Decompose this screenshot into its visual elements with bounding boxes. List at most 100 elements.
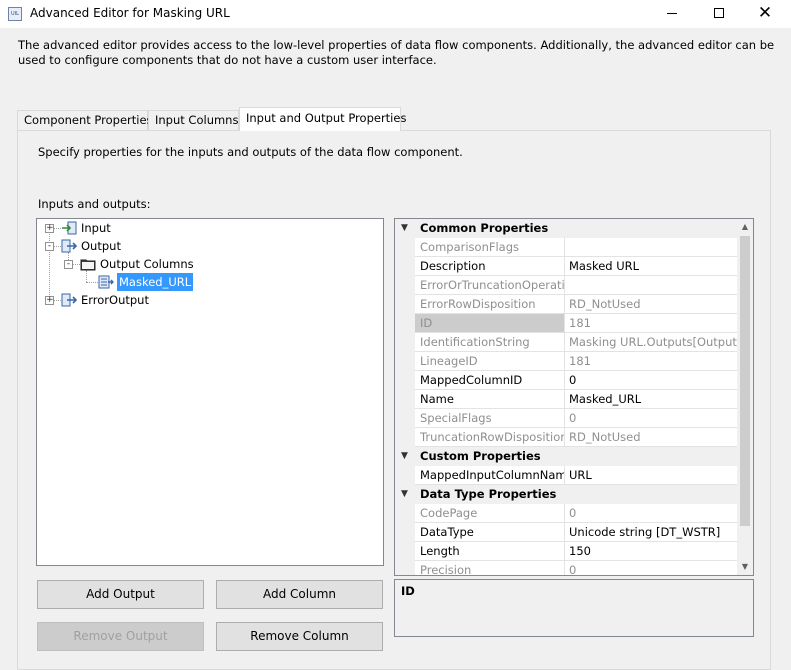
- property-name: Length: [415, 542, 565, 561]
- collapse-icon[interactable]: ▼: [401, 447, 408, 466]
- property-row[interactable]: DataType Unicode string [DT_WSTR]: [395, 523, 738, 542]
- property-name: IdentificationString: [415, 333, 565, 352]
- close-button[interactable]: ✕: [743, 2, 787, 26]
- window-title: Advanced Editor for Masking URL: [30, 6, 230, 20]
- input-icon: [62, 221, 77, 235]
- row-margin: [395, 523, 415, 542]
- property-value[interactable]: [565, 238, 738, 257]
- property-description-title: ID: [401, 584, 415, 598]
- minimize-icon: [667, 12, 677, 14]
- row-margin: [395, 333, 415, 352]
- tree-node-output[interactable]: - Output: [37, 237, 237, 255]
- property-name: ID: [415, 314, 565, 333]
- editor-description: The advanced editor provides access to t…: [18, 38, 775, 67]
- property-row[interactable]: ErrorOrTruncationOperation: [395, 276, 738, 295]
- property-name: ErrorRowDisposition: [415, 295, 565, 314]
- property-value[interactable]: [565, 276, 738, 295]
- property-name: LineageID: [415, 352, 565, 371]
- app-icon: UIL: [8, 7, 22, 21]
- scroll-up-icon[interactable]: ▲: [737, 219, 753, 235]
- property-value[interactable]: URL: [565, 466, 738, 485]
- category-custom-properties[interactable]: ▼ Custom Properties: [395, 447, 738, 466]
- expand-icon[interactable]: +: [45, 224, 54, 233]
- property-name: ErrorOrTruncationOperation: [415, 276, 565, 295]
- output-icon: [61, 239, 77, 253]
- property-grid[interactable]: ▼ Common Properties ComparisonFlags Desc…: [394, 218, 754, 576]
- scroll-down-icon[interactable]: ▼: [737, 559, 753, 575]
- remove-column-button[interactable]: Remove Column: [216, 622, 383, 651]
- tab-input-columns[interactable]: Input Columns: [148, 110, 239, 131]
- tree-node-input[interactable]: + Input: [37, 219, 237, 237]
- row-margin: [395, 238, 415, 257]
- property-row[interactable]: Precision 0: [395, 561, 738, 575]
- property-value[interactable]: Masked_URL: [565, 390, 738, 409]
- collapse-icon[interactable]: ▼: [401, 485, 408, 504]
- tree-node-error-output[interactable]: + ErrorOutput: [37, 291, 237, 309]
- tab-panel: Specify properties for the inputs and ou…: [17, 130, 771, 670]
- property-value[interactable]: RD_NotUsed: [565, 295, 738, 314]
- row-margin: [395, 542, 415, 561]
- property-grid-scrollbar[interactable]: ▲ ▼: [737, 219, 753, 575]
- property-row[interactable]: ComparisonFlags: [395, 238, 738, 257]
- property-row[interactable]: IdentificationString Masking URL.Outputs…: [395, 333, 738, 352]
- property-row[interactable]: SpecialFlags 0: [395, 409, 738, 428]
- collapse-icon[interactable]: -: [64, 260, 73, 269]
- property-name: Precision: [415, 561, 565, 575]
- property-name: MappedColumnID: [415, 371, 565, 390]
- category-common-properties[interactable]: ▼ Common Properties: [395, 219, 738, 238]
- panel-description: Specify properties for the inputs and ou…: [38, 145, 463, 159]
- property-row[interactable]: CodePage 0: [395, 504, 738, 523]
- property-value[interactable]: Masked URL: [565, 257, 738, 276]
- maximize-icon: [714, 8, 724, 18]
- inputs-outputs-tree[interactable]: + Input - Output - Output Columns Masked…: [36, 218, 384, 566]
- property-row[interactable]: Description Masked URL: [395, 257, 738, 276]
- property-value[interactable]: 150: [565, 542, 738, 561]
- property-row[interactable]: TruncationRowDisposition RD_NotUsed: [395, 428, 738, 447]
- property-value[interactable]: 181: [565, 352, 738, 371]
- maximize-button[interactable]: [697, 2, 741, 26]
- row-margin: [395, 409, 415, 428]
- tree-node-masked-url[interactable]: Masked_URL: [37, 273, 257, 291]
- category-data-type-properties[interactable]: ▼ Data Type Properties: [395, 485, 738, 504]
- row-margin: [395, 561, 415, 575]
- property-row[interactable]: MappedInputColumnName URL: [395, 466, 738, 485]
- tree-node-output-columns[interactable]: - Output Columns: [37, 255, 257, 273]
- property-row[interactable]: Length 150: [395, 542, 738, 561]
- title-bar: UIL Advanced Editor for Masking URL ✕: [0, 0, 791, 28]
- add-output-button[interactable]: Add Output: [37, 580, 204, 609]
- property-name: DataType: [415, 523, 565, 542]
- property-row[interactable]: LineageID 181: [395, 352, 738, 371]
- category-label: Common Properties: [420, 221, 549, 235]
- row-margin: [395, 314, 415, 333]
- add-column-button[interactable]: Add Column: [216, 580, 383, 609]
- row-margin: [395, 390, 415, 409]
- property-value[interactable]: 0: [565, 561, 738, 575]
- property-name: MappedInputColumnName: [415, 466, 565, 485]
- collapse-icon[interactable]: -: [45, 242, 54, 251]
- row-margin: [395, 276, 415, 295]
- property-row[interactable]: MappedColumnID 0: [395, 371, 738, 390]
- property-value[interactable]: 0: [565, 409, 738, 428]
- property-value[interactable]: Masking URL.Outputs[Output].Columns[Mask…: [565, 333, 738, 352]
- scrollbar-thumb[interactable]: [740, 236, 750, 526]
- tab-component-properties[interactable]: Component Properties: [17, 110, 153, 131]
- tree-node-label: Masked_URL: [117, 273, 194, 291]
- minimize-button[interactable]: [650, 2, 694, 26]
- property-row-selected[interactable]: ID 181: [395, 314, 738, 333]
- property-name: ComparisonFlags: [415, 238, 565, 257]
- property-row[interactable]: ErrorRowDisposition RD_NotUsed: [395, 295, 738, 314]
- property-value[interactable]: Unicode string [DT_WSTR]: [565, 523, 738, 542]
- property-row[interactable]: Name Masked_URL: [395, 390, 738, 409]
- property-value[interactable]: 0: [565, 371, 738, 390]
- property-name: Description: [415, 257, 565, 276]
- collapse-icon[interactable]: ▼: [401, 219, 408, 238]
- remove-output-button[interactable]: Remove Output: [37, 622, 204, 651]
- expand-icon[interactable]: +: [45, 296, 54, 305]
- row-margin: [395, 466, 415, 485]
- inputs-outputs-label: Inputs and outputs:: [38, 197, 151, 211]
- row-margin: [395, 295, 415, 314]
- tab-input-output-properties[interactable]: Input and Output Properties: [239, 107, 406, 131]
- property-value[interactable]: 181: [565, 314, 738, 333]
- property-value[interactable]: RD_NotUsed: [565, 428, 738, 447]
- property-value[interactable]: 0: [565, 504, 738, 523]
